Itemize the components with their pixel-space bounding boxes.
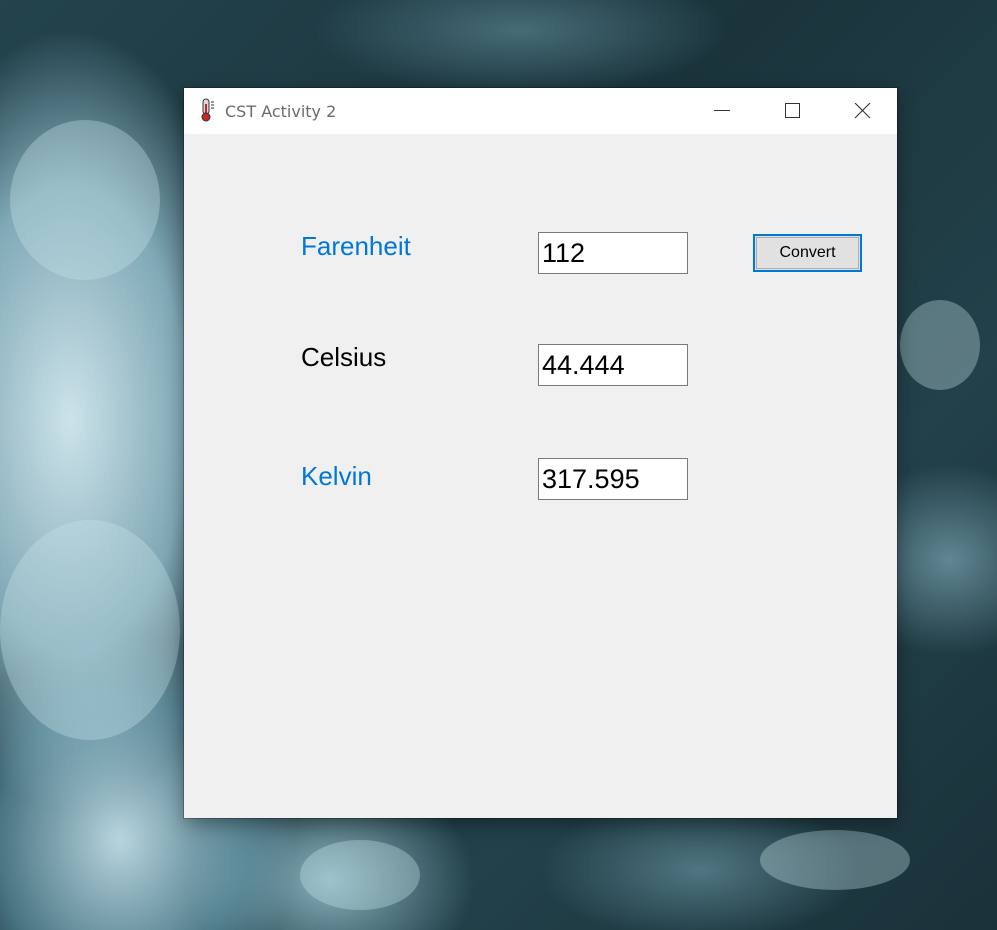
kelvin-input[interactable] [538, 458, 688, 500]
thermometer-icon [199, 98, 217, 122]
minimize-icon [714, 110, 730, 111]
wallpaper-foam [900, 300, 980, 390]
fahrenheit-label: Farenheit [301, 231, 411, 261]
wallpaper-foam [10, 120, 160, 280]
window-title: CST Activity 2 [225, 102, 337, 121]
wallpaper-foam [760, 830, 910, 890]
maximize-icon [785, 103, 800, 118]
app-window: CST Activity 2 Farenheit Convert Celsius… [184, 88, 897, 818]
celsius-input[interactable] [538, 344, 688, 386]
convert-button[interactable]: Convert [753, 234, 862, 272]
kelvin-label: Kelvin [301, 461, 372, 491]
maximize-button[interactable] [757, 88, 827, 134]
close-icon [854, 103, 871, 119]
wallpaper-foam [0, 520, 180, 740]
title-bar[interactable]: CST Activity 2 [184, 88, 897, 134]
fahrenheit-input[interactable] [538, 232, 688, 274]
close-button[interactable] [827, 88, 897, 134]
minimize-button[interactable] [687, 88, 757, 134]
celsius-label: Celsius [301, 342, 387, 372]
wallpaper-foam [300, 840, 420, 910]
